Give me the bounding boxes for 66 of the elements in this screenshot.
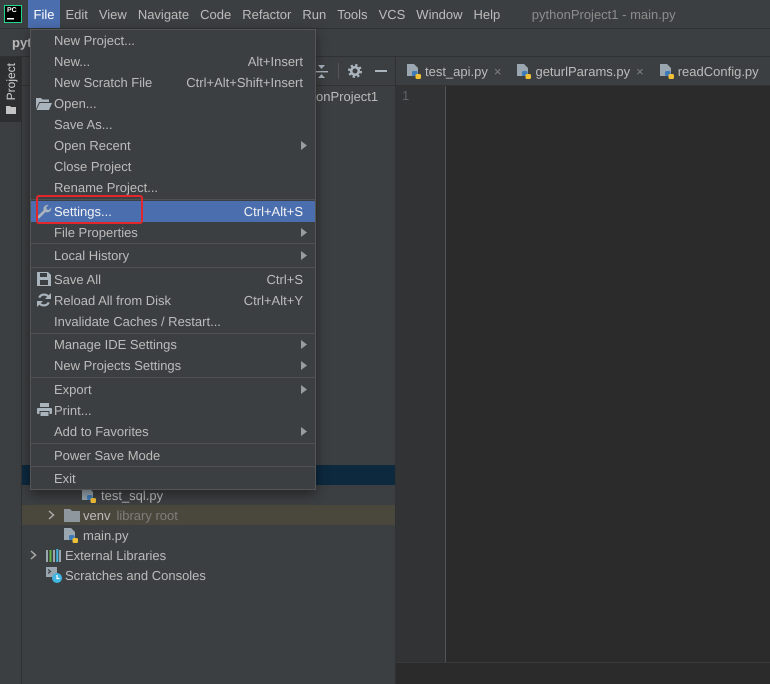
menu-bar-item[interactable]: Tools [332, 0, 374, 28]
collapse-all-icon[interactable] [315, 64, 328, 78]
menu-bar-item[interactable]: Edit [60, 0, 94, 28]
menu-bar-item[interactable]: File [28, 0, 60, 28]
menu-bar-item[interactable]: Window [410, 0, 468, 28]
menu-bar-item[interactable]: Navigate [132, 0, 195, 28]
settings-icon[interactable] [348, 64, 362, 78]
open-folder-icon [36, 97, 52, 110]
editor-tab[interactable]: test_api.py × [399, 57, 510, 85]
menu-item[interactable]: Settings... Ctrl+Alt+S [31, 200, 315, 222]
menu-item[interactable]: New... Alt+Insert [31, 51, 315, 72]
breadcrumb[interactable]: pyt [12, 35, 32, 50]
tree-item[interactable]: onProject1 [316, 86, 378, 106]
menu-item[interactable]: Open Recent [31, 135, 315, 156]
menu-bar-item[interactable]: Run [296, 0, 332, 28]
folder-icon [6, 106, 16, 114]
menu-item[interactable]: Export [31, 378, 315, 400]
menu-bar-item[interactable]: Refactor [236, 0, 297, 28]
menu-item[interactable]: Rename Project... [31, 177, 315, 198]
window-title: pythonProject1 - main.py [532, 6, 676, 24]
menu-item[interactable]: Print... [31, 400, 315, 421]
wrench-icon [36, 204, 52, 219]
menu-bar-item[interactable]: Code [194, 0, 237, 28]
menu-item[interactable]: Open... [31, 93, 315, 114]
menu-item[interactable]: Reload All from Disk Ctrl+Alt+Y [31, 290, 315, 311]
keyboard-shortcut: Ctrl+Alt+Shift+Insert [186, 75, 303, 90]
menu-item[interactable]: Power Save Mode [31, 444, 315, 466]
save-icon [37, 272, 51, 286]
menu-item[interactable]: File Properties [31, 222, 315, 243]
printer-icon [36, 403, 52, 418]
menu-item[interactable]: Save As... [31, 114, 315, 135]
python-file-icon [660, 64, 674, 78]
menu-item[interactable]: New Projects Settings [31, 355, 315, 376]
menu-item[interactable]: Invalidate Caches / Restart... [31, 310, 315, 332]
menu-item[interactable]: New Project... [31, 30, 315, 51]
tree-item[interactable]: main.py [48, 525, 129, 545]
menu-bar-item[interactable]: View [93, 0, 132, 28]
refresh-icon [37, 293, 51, 308]
menu-item[interactable]: Manage IDE Settings [31, 334, 315, 356]
python-file-icon [64, 528, 78, 542]
tree-item[interactable]: venv library root [22, 505, 395, 525]
folder-icon [64, 508, 80, 522]
keyboard-shortcut: Alt+Insert [248, 54, 303, 69]
editor-tab[interactable]: geturlParams.py × [509, 57, 652, 85]
project-tool-tab[interactable]: Project [0, 57, 21, 122]
menu-item[interactable]: Add to Favorites [31, 420, 315, 442]
tree-item[interactable]: External Libraries [30, 545, 166, 565]
menu-item[interactable]: Save All Ctrl+S [31, 268, 315, 290]
keyboard-shortcut: Ctrl+Alt+Y [244, 292, 303, 308]
menu-bar-item[interactable]: Help [468, 0, 506, 28]
python-file-icon [407, 64, 421, 78]
menu-item[interactable]: Exit [31, 468, 315, 490]
menu-item[interactable]: New Scratch File Ctrl+Alt+Shift+Insert [31, 72, 315, 93]
chevron-right-icon[interactable] [30, 550, 37, 560]
tree-item-note: library root [116, 508, 178, 522]
menu-bar-item[interactable]: VCS [373, 0, 411, 28]
keyboard-shortcut: Ctrl+Alt+S [244, 204, 303, 219]
editor-tab[interactable]: readConfig.py [652, 57, 767, 85]
clock-file-icon [46, 567, 62, 583]
menu-item[interactable]: Close Project [31, 156, 315, 177]
python-file-icon [517, 64, 532, 78]
menu-item[interactable]: Local History [31, 245, 315, 266]
keyboard-shortcut: Ctrl+S [266, 272, 303, 287]
books-icon [46, 548, 61, 562]
tree-item[interactable]: Scratches and Consoles [30, 565, 206, 585]
chevron-right-icon[interactable] [48, 510, 55, 520]
